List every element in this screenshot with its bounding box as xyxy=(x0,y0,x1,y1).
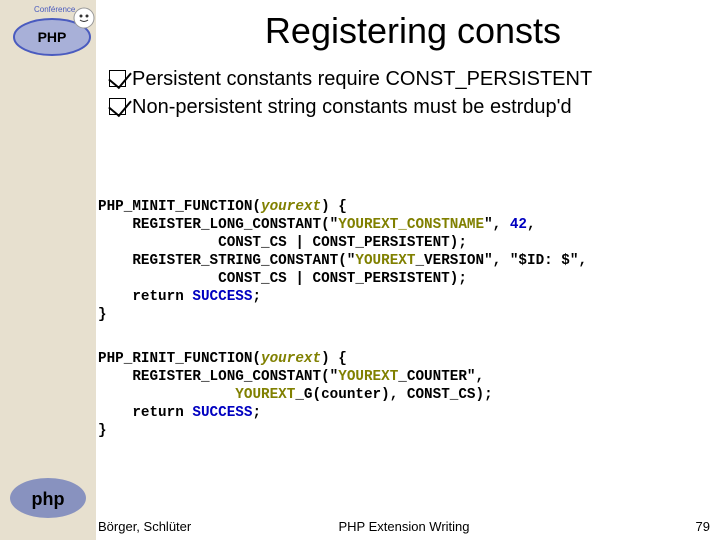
bullet-text: Persistent constants require CONST_PERSI… xyxy=(132,66,592,92)
bullet-list: Persistent constants require CONST_PERSI… xyxy=(102,66,712,122)
svg-text:php: php xyxy=(32,489,65,509)
sidebar xyxy=(0,0,96,540)
slide-title: Registering consts xyxy=(118,10,708,52)
footer: Börger, Schlüter PHP Extension Writing 7… xyxy=(98,516,710,536)
footer-title: PHP Extension Writing xyxy=(338,519,469,534)
footer-authors: Börger, Schlüter xyxy=(98,519,191,534)
php-logo-icon: php xyxy=(8,476,88,520)
conference-php-quebec-logo: PHP Conférence xyxy=(4,2,114,58)
svg-text:Conférence: Conférence xyxy=(34,5,76,14)
page-number: 79 xyxy=(696,519,710,534)
bullet-text: Non-persistent string constants must be … xyxy=(132,94,572,120)
slide: PHP Conférence php Registering consts Pe… xyxy=(0,0,720,540)
bullet-item: Non-persistent string constants must be … xyxy=(102,94,712,120)
bullet-item: Persistent constants require CONST_PERSI… xyxy=(102,66,712,92)
code-block-minit: PHP_MINIT_FUNCTION(yourext) { REGISTER_L… xyxy=(98,198,710,324)
checkbox-icon xyxy=(102,94,132,120)
checkbox-icon xyxy=(102,66,132,92)
code-block-rinit: PHP_RINIT_FUNCTION(yourext) { REGISTER_L… xyxy=(98,350,710,440)
svg-text:PHP: PHP xyxy=(38,29,67,45)
